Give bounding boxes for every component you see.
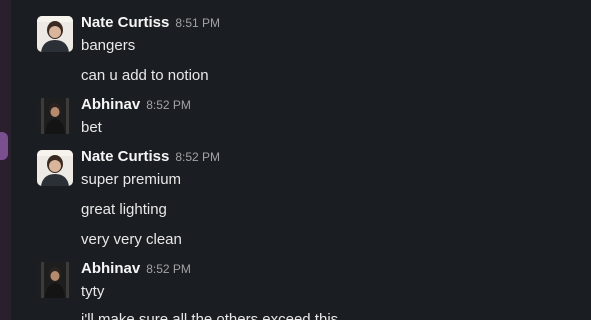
- message-text: great lighting: [81, 201, 167, 218]
- message-header: Abhinav 8:52 PM: [81, 96, 191, 114]
- message-header: Abhinav 8:52 PM: [81, 260, 191, 278]
- message-text: can u add to notion: [81, 67, 209, 84]
- user-avatar-icon: [37, 262, 73, 298]
- timestamp[interactable]: 8:52 PM: [146, 98, 191, 112]
- message-text: i'll make sure all the others exceed thi…: [81, 311, 339, 320]
- timestamp[interactable]: 8:51 PM: [175, 16, 220, 30]
- author-name[interactable]: Nate Curtiss: [81, 14, 169, 31]
- avatar[interactable]: [37, 262, 73, 298]
- message-text: bet: [81, 119, 102, 136]
- timestamp[interactable]: 8:52 PM: [175, 150, 220, 164]
- message-text: very very clean: [81, 231, 182, 248]
- message-text: bangers: [81, 37, 136, 54]
- author-name[interactable]: Abhinav: [81, 260, 140, 277]
- avatar[interactable]: [37, 150, 73, 186]
- message-text: tyty: [81, 283, 105, 300]
- message-list: Nate Curtiss 8:51 PM bangers can u add to…: [11, 0, 591, 320]
- user-avatar-icon: [37, 150, 73, 186]
- workspace-sidebar: [0, 0, 11, 320]
- user-avatar-icon: [37, 16, 73, 52]
- active-workspace-indicator[interactable]: [0, 132, 8, 160]
- message-header: Nate Curtiss 8:51 PM: [81, 14, 220, 32]
- author-name[interactable]: Nate Curtiss: [81, 148, 169, 165]
- user-avatar-icon: [37, 98, 73, 134]
- timestamp[interactable]: 8:52 PM: [146, 262, 191, 276]
- message-text: super premium: [81, 171, 182, 188]
- message-header: Nate Curtiss 8:52 PM: [81, 148, 220, 166]
- author-name[interactable]: Abhinav: [81, 96, 140, 113]
- avatar[interactable]: [37, 98, 73, 134]
- avatar[interactable]: [37, 16, 73, 52]
